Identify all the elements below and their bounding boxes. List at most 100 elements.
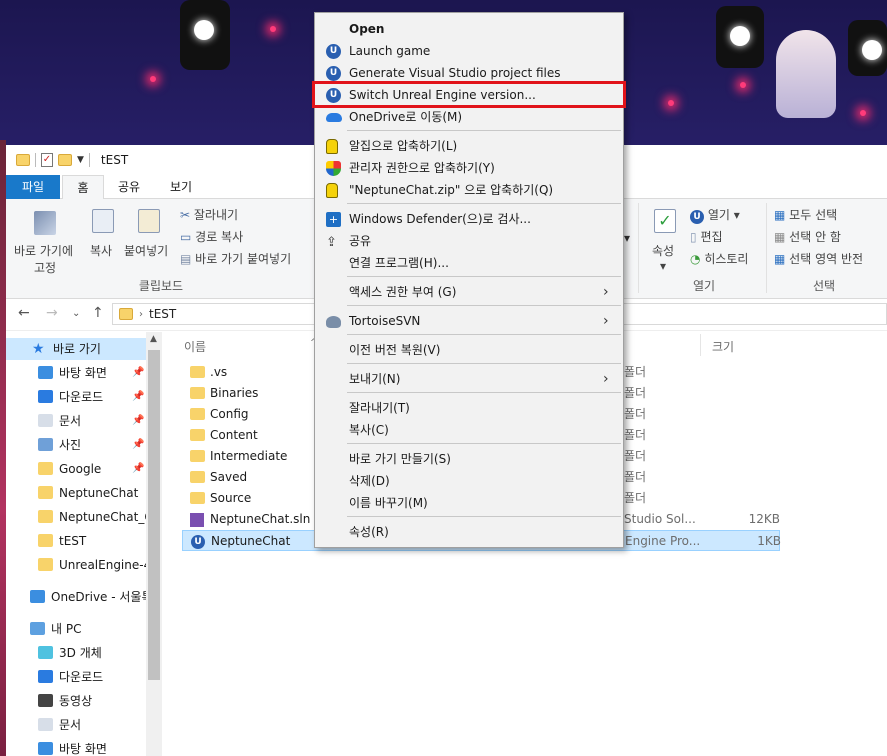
sidebar-item[interactable]: 바탕 화면 📌 bbox=[6, 362, 146, 384]
menu-item-label: Windows Defender(으)로 검사... bbox=[349, 212, 531, 226]
column-header-size[interactable]: 크기 bbox=[712, 338, 734, 355]
up-arrow-icon[interactable]: ↑ bbox=[92, 305, 104, 321]
menu-separator bbox=[347, 305, 621, 306]
sidebar-item[interactable]: NeptuneChat bbox=[6, 482, 146, 504]
share-menu-item[interactable]: ⇪ 공유 bbox=[317, 230, 621, 252]
properties-button[interactable]: 속성 bbox=[652, 242, 674, 259]
menu-item-label: Open bbox=[349, 22, 385, 36]
menu-separator bbox=[347, 392, 621, 393]
invert-selection-label: 선택 영역 반전 bbox=[789, 252, 864, 266]
edit-button[interactable]: ▯ 편집 bbox=[690, 228, 723, 245]
restore-previous-versions-menu-item[interactable]: 이전 버전 복원(V) bbox=[317, 339, 621, 361]
onedrive-move-menu-item[interactable]: OneDrive로 이동(M) bbox=[317, 106, 621, 128]
file-type: 폴더 bbox=[624, 491, 647, 505]
folder-icon bbox=[190, 429, 205, 441]
document-icon bbox=[38, 414, 53, 427]
copy-icon[interactable] bbox=[92, 209, 114, 233]
menu-item-label: 삭제(D) bbox=[349, 474, 390, 488]
tortoisesvn-menu-item[interactable]: TortoiseSVN › bbox=[317, 310, 621, 332]
chevron-right-icon: › bbox=[603, 284, 609, 300]
chevron-down-icon[interactable]: ▾ bbox=[660, 259, 666, 273]
launch-game-menu-item[interactable]: U Launch game bbox=[317, 40, 621, 62]
sidebar-item[interactable]: 바탕 화면 bbox=[6, 738, 146, 756]
customize-quick-access-icon[interactable]: ▼ bbox=[77, 155, 84, 165]
tab-home[interactable]: 홈 bbox=[62, 175, 104, 200]
cut-button[interactable]: ✂ 잘라내기 bbox=[180, 206, 238, 223]
menu-item-label: 공유 bbox=[349, 234, 372, 248]
sidebar-item-label: 다운로드 bbox=[59, 670, 104, 684]
divider bbox=[88, 153, 90, 167]
sidebar-item[interactable]: 문서 📌 bbox=[6, 410, 146, 432]
pin-quick-access-label[interactable]: 바로 가기에 bbox=[14, 242, 73, 259]
file-type: Studio Sol... bbox=[624, 512, 696, 526]
open-with-menu-item[interactable]: 연결 프로그램(H)... bbox=[317, 252, 621, 274]
column-header-name[interactable]: 이름 bbox=[184, 338, 206, 355]
properties-check-icon[interactable]: ✓ bbox=[654, 209, 676, 233]
open-button[interactable]: U 열기 ▾ bbox=[690, 206, 740, 224]
file-name: Source bbox=[210, 491, 252, 505]
create-shortcut-menu-item[interactable]: 바로 가기 만들기(S) bbox=[317, 448, 621, 470]
copy-button[interactable]: 복사 bbox=[90, 242, 112, 259]
scrollbar-thumb[interactable] bbox=[148, 350, 160, 680]
sidebar-item[interactable]: 내 PC bbox=[6, 618, 146, 640]
scroll-up-icon[interactable]: ▲ bbox=[150, 334, 157, 344]
sidebar-item[interactable]: OneDrive - 서울특 bbox=[6, 586, 146, 608]
paste-icon[interactable] bbox=[138, 209, 160, 233]
chevron-down-icon[interactable]: ▾ bbox=[624, 231, 630, 245]
sidebar-item[interactable]: UnrealEngine-4. bbox=[6, 554, 146, 576]
sidebar-item-label: 다운로드 bbox=[59, 390, 104, 404]
copy-path-button[interactable]: ▭ 경로 복사 bbox=[180, 228, 243, 245]
tab-file[interactable]: 파일 bbox=[6, 175, 60, 199]
folder-icon[interactable] bbox=[58, 154, 72, 166]
paste-shortcut-button[interactable]: ▤ 바로 가기 붙여넣기 bbox=[180, 250, 291, 267]
alzip-compress-menu-item[interactable]: 알집으로 압축하기(L) bbox=[317, 135, 621, 157]
menu-item-label: 보내기(N) bbox=[349, 372, 401, 386]
light-dot-icon bbox=[740, 82, 746, 88]
sidebar-item[interactable]: 문서 bbox=[6, 714, 146, 736]
sidebar-item[interactable]: 다운로드 📌 bbox=[6, 386, 146, 408]
defender-scan-menu-item[interactable]: + Windows Defender(으)로 검사... bbox=[317, 208, 621, 230]
select-all-button[interactable]: ▦ 모두 선택 bbox=[774, 206, 837, 223]
select-none-button[interactable]: ▦ 선택 안 함 bbox=[774, 228, 841, 245]
sidebar-item-label: 바탕 화면 bbox=[59, 742, 107, 756]
menu-separator bbox=[347, 276, 621, 277]
history-button[interactable]: ◔ 히스토리 bbox=[690, 250, 748, 267]
sidebar-item[interactable]: 다운로드 bbox=[6, 666, 146, 688]
pin-icon[interactable] bbox=[34, 211, 56, 235]
recent-locations-chevron-icon[interactable]: ⌄ bbox=[72, 308, 80, 319]
cut-menu-item[interactable]: 잘라내기(T) bbox=[317, 397, 621, 419]
copy-menu-item[interactable]: 복사(C) bbox=[317, 419, 621, 441]
compress-named-zip-menu-item[interactable]: "NeptuneChat.zip" 으로 압축하기(Q) bbox=[317, 179, 621, 201]
sidebar-item[interactable]: Google 📌 bbox=[6, 458, 146, 480]
sidebar-item[interactable]: tEST bbox=[6, 530, 146, 552]
sidebar-item[interactable]: 사진 📌 bbox=[6, 434, 146, 456]
pin-quick-access-label-2[interactable]: 고정 bbox=[34, 259, 56, 276]
tab-share[interactable]: 공유 bbox=[110, 175, 148, 199]
give-access-menu-item[interactable]: 액세스 권한 부여 (G) › bbox=[317, 281, 621, 303]
invert-selection-button[interactable]: ▦ 선택 영역 반전 bbox=[774, 250, 863, 267]
3d-objects-icon bbox=[38, 646, 53, 659]
windows-defender-icon: + bbox=[326, 212, 341, 227]
sidebar-item[interactable]: 동영상 bbox=[6, 690, 146, 712]
sidebar-item[interactable]: NeptuneChat_O bbox=[6, 506, 146, 528]
download-icon bbox=[38, 390, 53, 403]
invert-selection-icon: ▦ bbox=[774, 252, 786, 266]
delete-menu-item[interactable]: 삭제(D) bbox=[317, 470, 621, 492]
pinned-icon: 📌 bbox=[132, 439, 145, 450]
checkbox-icon[interactable]: ✓ bbox=[41, 153, 53, 167]
admin-compress-menu-item[interactable]: 관리자 권한으로 압축하기(Y) bbox=[317, 157, 621, 179]
back-arrow-icon[interactable]: ← bbox=[18, 305, 30, 321]
rename-menu-item[interactable]: 이름 바꾸기(M) bbox=[317, 492, 621, 514]
open-menu-item[interactable]: Open bbox=[317, 18, 621, 40]
menu-item-label: 이전 버전 복원(V) bbox=[349, 343, 441, 357]
sidebar-item[interactable]: ★ 바로 가기 bbox=[6, 338, 146, 360]
menu-item-label: 이름 바꾸기(M) bbox=[349, 496, 428, 510]
send-to-menu-item[interactable]: 보내기(N) › bbox=[317, 368, 621, 390]
folder-icon bbox=[119, 308, 133, 320]
paste-button[interactable]: 붙여넣기 bbox=[124, 242, 168, 259]
properties-menu-item[interactable]: 속성(R) bbox=[317, 521, 621, 543]
sidebar-item[interactable]: 3D 개체 bbox=[6, 642, 146, 664]
tab-view[interactable]: 보기 bbox=[161, 175, 201, 199]
menu-item-label: 연결 프로그램(H)... bbox=[349, 256, 449, 270]
forward-arrow-icon[interactable]: → bbox=[46, 305, 58, 321]
